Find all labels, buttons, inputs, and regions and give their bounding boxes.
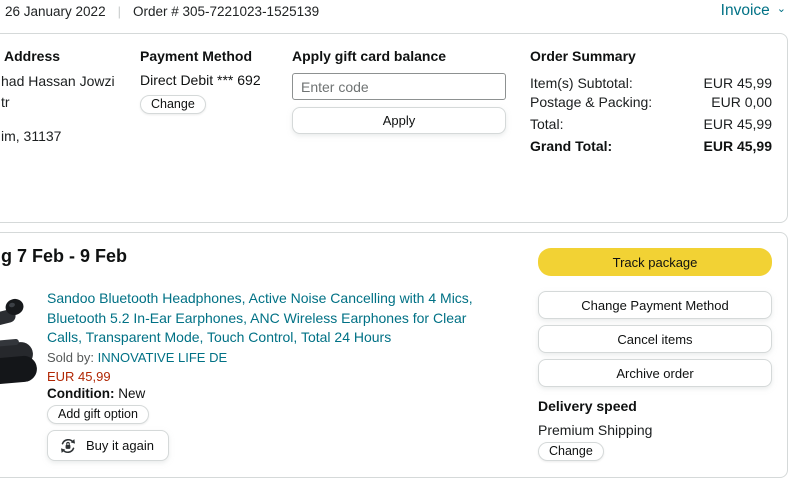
- address-lines: had Hassan Jowzi tr im, 31137: [1, 71, 136, 147]
- buy-it-again-button[interactable]: Buy it again: [47, 430, 169, 461]
- summary-value: EUR 45,99: [704, 74, 772, 93]
- summary-value: EUR 45,99: [704, 115, 772, 134]
- shipping-address-section: Address had Hassan Jowzi tr im, 31137: [4, 48, 139, 147]
- product-title-link[interactable]: Sandoo Bluetooth Headphones, Active Nois…: [47, 289, 499, 348]
- gift-card-title: Apply gift card balance: [292, 48, 506, 64]
- order-summary-rows: Item(s) Subtotal: EUR 45,99 Postage & Pa…: [530, 74, 772, 156]
- summary-label: Item(s) Subtotal:: [530, 74, 633, 93]
- product-image[interactable]: [0, 292, 45, 398]
- change-payment-method-button[interactable]: Change Payment Method: [538, 291, 772, 319]
- order-summary-section: Order Summary Item(s) Subtotal: EUR 45,9…: [530, 48, 772, 156]
- invoice-label: Invoice: [721, 2, 770, 20]
- gift-card-code-input[interactable]: [292, 73, 506, 100]
- delivery-speed-title: Delivery speed: [538, 398, 772, 414]
- change-payment-pill-button[interactable]: Change: [140, 95, 206, 114]
- cancel-items-button[interactable]: Cancel items: [538, 325, 772, 353]
- meta-divider: |: [118, 4, 121, 19]
- address-line: im, 31137: [1, 126, 136, 147]
- seller-link[interactable]: INNOVATIVE LIFE DE: [98, 350, 228, 365]
- summary-value: EUR 0,00: [711, 93, 772, 112]
- track-package-button[interactable]: Track package: [538, 248, 772, 276]
- add-gift-option-button[interactable]: Add gift option: [47, 405, 149, 424]
- address-line-spacer: [1, 113, 136, 126]
- order-meta-bar: 26 January 2022 | Order # 305-7221023-15…: [5, 4, 319, 19]
- invoice-dropdown[interactable]: Invoice ⌄: [721, 2, 786, 20]
- product-price: EUR 45,99: [47, 369, 111, 384]
- order-details-page: 26 January 2022 | Order # 305-7221023-15…: [0, 0, 800, 501]
- summary-value: EUR 45,99: [704, 137, 772, 156]
- sold-by-label: Sold by:: [47, 350, 98, 365]
- apply-gift-card-button[interactable]: Apply: [292, 107, 506, 134]
- archive-order-button[interactable]: Archive order: [538, 359, 772, 387]
- order-date: 26 January 2022: [5, 4, 106, 19]
- change-delivery-speed-button[interactable]: Change: [538, 442, 604, 461]
- arrival-date-heading: g 7 Feb - 9 Feb: [1, 246, 127, 267]
- condition-label: Condition:: [47, 386, 114, 401]
- summary-row-grand-total: Grand Total: EUR 45,99: [530, 137, 772, 156]
- buy-again-icon: [58, 436, 78, 456]
- condition-value: New: [114, 386, 145, 401]
- summary-row-postage: Postage & Packing: EUR 0,00: [530, 93, 772, 112]
- payment-method-value: Direct Debit *** 692: [140, 72, 280, 88]
- summary-label: Grand Total:: [530, 137, 612, 156]
- order-actions-column: Track package Change Payment Method Canc…: [538, 248, 772, 461]
- order-summary-title: Order Summary: [530, 48, 772, 64]
- delivery-speed-value: Premium Shipping: [538, 422, 772, 438]
- summary-row-total: Total: EUR 45,99: [530, 115, 772, 134]
- summary-row-subtotal: Item(s) Subtotal: EUR 45,99: [530, 74, 772, 93]
- chevron-down-icon: ⌄: [777, 4, 786, 15]
- address-title: Address: [4, 48, 139, 64]
- order-number: Order # 305-7221023-1525139: [133, 4, 319, 19]
- address-line: had Hassan Jowzi: [1, 71, 136, 92]
- payment-method-section: Payment Method Direct Debit *** 692 Chan…: [140, 48, 280, 114]
- condition-row: Condition: New: [47, 386, 145, 401]
- gift-card-section: Apply gift card balance Apply: [292, 48, 506, 134]
- sold-by-row: Sold by: INNOVATIVE LIFE DE: [47, 350, 227, 365]
- address-line: tr: [1, 92, 136, 113]
- buy-again-label: Buy it again: [86, 438, 154, 453]
- payment-method-title: Payment Method: [140, 48, 280, 64]
- summary-label: Postage & Packing:: [530, 93, 652, 112]
- summary-label: Total:: [530, 115, 563, 134]
